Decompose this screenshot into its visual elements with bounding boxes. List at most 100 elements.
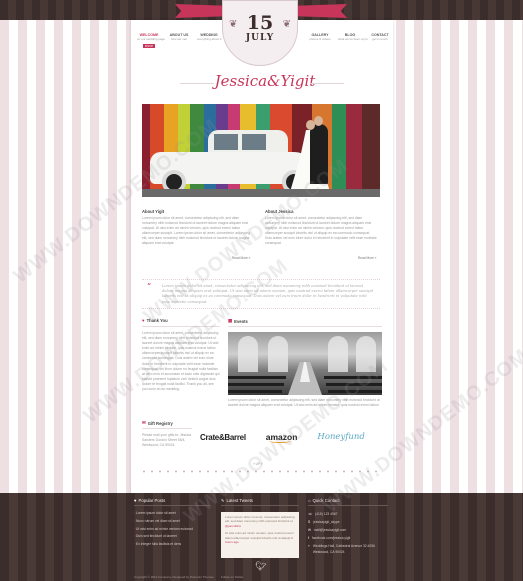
contact-text: (415) 123 4567 [315,512,338,516]
nav-sublabel: get in touch [372,37,388,41]
divider [142,428,192,429]
popular-posts-title: Popular Posts [138,498,166,503]
tweet-link[interactable]: @joncollins [225,524,241,528]
divider-right [310,83,344,84]
window-arch [238,336,258,372]
heart-icon: ♥ [142,318,145,323]
follow-twitter-link[interactable]: Follow on Twitter [221,575,243,579]
contact-list: ☏ (415) 123 4567 Sjessicayigit_skype ✉ mai… [308,510,388,554]
skype-icon: S [308,520,311,524]
nav-item-contact[interactable]: CONTACT get in touch [368,33,392,41]
divider [228,326,382,327]
quote-block: “ Lorem ipsum dolor sit amet, consectetu… [142,279,380,309]
dotted-border [140,470,380,473]
quote-text: Lorem ipsum dolor sit amet, consectetur … [162,284,374,304]
nav-left: WELCOME on our wedding page ABOUT US how… [137,33,222,41]
post-link[interactable]: Ex integer fulla facilisis et dens [134,541,210,549]
gift-registry-heading: ✉ Gift Registry [142,420,173,426]
heart-icon: ♥ [134,498,137,503]
contact-row: ☏ (415) 123 4567 [308,510,388,518]
contact-text: Westwood, CA 90024 [312,550,345,554]
read-more-link[interactable]: Read More » [232,256,250,260]
nav-item-welcome[interactable]: WELCOME on our wedding page [137,33,166,41]
contact-row: Sjessicayigit_skype [308,518,388,526]
about-yigit-text: Lorem ipsum dolor sit amet, consectetur … [142,216,251,246]
quick-contact: ⌂ Quick Contact ☏ (415) 123 4567 Sjessica… [308,498,388,554]
couple-names: Jessica&Yigit [214,72,316,90]
post-link[interactable]: Ut wisi enim ad minim veniam euismod [134,526,210,534]
contact-row: f facebook.com/jessica.yigit [308,534,388,542]
pew [228,390,282,393]
popular-posts-heading: ♥ Popular Posts [134,498,210,506]
back-to-top-link[interactable]: « UP » [253,462,263,466]
nav-item-about-us[interactable]: ABOUT US how we met [167,33,191,41]
flourish-right-icon: ❦ [282,19,291,30]
read-more-link[interactable]: Read More » [358,256,376,260]
nav-right: GALLERY photos & videos BLOG what we've … [308,33,392,41]
crate-and-barrel-logo[interactable]: Crate&Barrel [200,433,246,442]
contact-row: ⌖ Weddings Hall, Cathedral Avenue 32 #256 [308,542,388,550]
contact-row: ✉ mail@jessicayigit.com [308,526,388,534]
nav-sublabel: photos & videos [309,37,331,41]
tweet-text: Ut wisi enim ad minim veniam, quis nostr… [225,531,294,540]
tweet-text: Lorem ipsum dolor sit amet, consectetur … [225,515,295,524]
gift-registry-text: Please mail your gifts to: Jessica Sande… [142,433,192,448]
quick-contact-title: Quick Contact [312,498,340,503]
gift-registry-title: Gift Registry [147,420,173,426]
registry-logos: Crate&Barrel amazon Honeyfund [200,432,365,443]
ground [142,189,380,197]
groom [310,124,328,184]
thank-you-title: Thank You [146,318,168,323]
nav-sublabel: how we met [170,37,187,41]
thank-you-text: Lorem ipsum dolor sit amet, consectetur … [142,331,220,392]
twitter-bird-icon[interactable]: 🐦︎ [255,561,266,572]
window-arch [268,336,288,372]
date-month: JULY [245,33,275,43]
pew [228,376,286,379]
calendar-icon: ▦ [228,318,233,323]
post-link[interactable]: Duis sed tincidunt ut laoreet [134,533,210,541]
copyright: Copyright © 2012 Company. Designed by Pr… [134,575,214,579]
window-arch [328,336,348,372]
amazon-logo[interactable]: amazon [266,432,297,443]
church-photo [228,332,382,395]
nav-sublabel: what we've been up to [338,37,368,41]
car-window [214,134,238,150]
post-link[interactable]: Lorem ipsum dolor sit amet [134,510,210,518]
tweets-box: Lorem ipsum dolor sit amet, consectetur … [221,512,299,558]
events-title: Events [234,318,248,324]
about-jessica-title: About Jessica [265,209,294,214]
window-arch [356,336,376,372]
popular-posts: ♥ Popular Posts Lorem ipsum dolor sit am… [134,498,210,549]
latest-tweets-title: Latest Tweets [226,498,253,503]
phone-icon: ☏ [308,512,313,516]
contact-text[interactable]: mail@jessicayigit.com [314,526,346,534]
nav-item-gallery[interactable]: GALLERY photos & videos [308,33,332,41]
about-jessica-text: Lorem ipsum dolor sit amet, consectetur … [265,216,377,246]
nav-item-wedding[interactable]: WEDDING everything about it [197,33,222,41]
thank-you-heading: ♥ Thank You [142,318,168,323]
facebook-icon: f [308,536,309,540]
events-heading: ▦ Events [228,318,248,324]
events-text: Lorem ipsum dolor sit amet, consectetur … [228,398,380,408]
latest-tweets-heading: ✎ Latest Tweets [221,498,299,506]
divider [142,326,220,327]
gift-icon: ✉ [142,420,146,425]
popular-posts-list: Lorem ipsum dolor sit amet Nunc rutrum v… [134,510,210,549]
nav-sublabel: on our wedding page [137,37,166,41]
home-icon: ⌂ [308,498,311,503]
nav-item-blog[interactable]: BLOG what we've been up to [338,33,368,41]
pew [326,383,382,386]
honeyfund-logo[interactable]: Honeyfund [317,432,364,442]
quick-contact-heading: ⌂ Quick Contact [308,498,388,506]
post-link[interactable]: Nunc rutrum vel diam sit amet [134,518,210,526]
groom-head [314,116,323,126]
pew [228,383,284,386]
contact-text: Weddings Hall, Cathedral Avenue 32 #256 [312,544,375,548]
speech-bubble-icon: ✎ [221,498,225,503]
quote-icon: “ [147,282,152,291]
rsvp-button[interactable]: RSVP [143,44,155,48]
contact-text[interactable]: facebook.com/jessica.yigit [312,534,350,542]
pew [328,390,382,393]
contact-text[interactable]: jessicayigit_skype [313,518,339,526]
